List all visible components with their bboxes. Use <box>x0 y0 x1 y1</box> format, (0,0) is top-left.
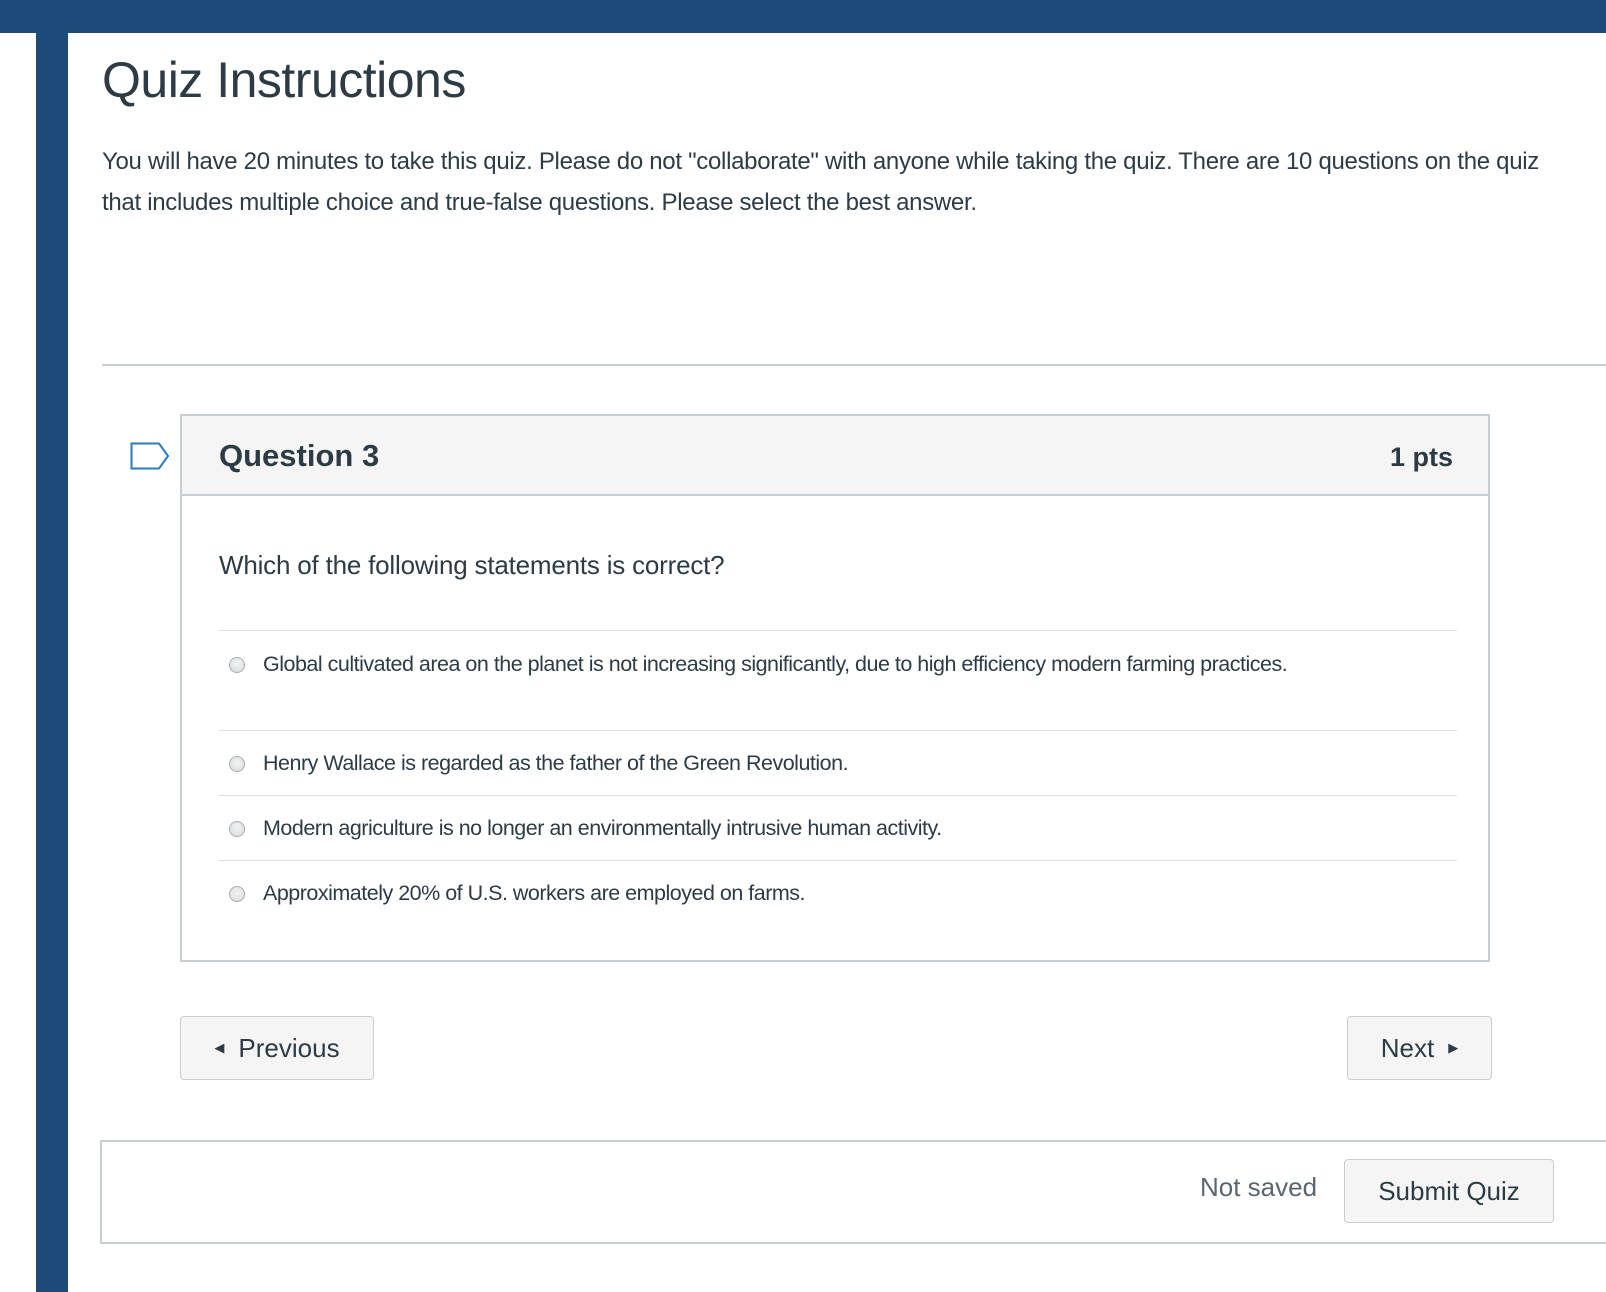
question-card: Question 3 1 pts Which of the following … <box>180 414 1490 962</box>
answer-label[interactable]: Approximately 20% of U.S. workers are em… <box>263 876 1423 910</box>
next-label: Next <box>1380 1032 1435 1063</box>
submit-quiz-button[interactable]: Submit Quiz <box>1344 1159 1554 1223</box>
answer-option[interactable]: Approximately 20% of U.S. workers are em… <box>219 860 1457 925</box>
top-frame-bar <box>0 0 1606 33</box>
radio-button-icon[interactable] <box>229 821 245 837</box>
quiz-instructions: You will have 20 minutes to take this qu… <box>102 148 1539 216</box>
radio-button-icon[interactable] <box>229 756 245 772</box>
radio-button-icon[interactable] <box>229 886 245 902</box>
quiz-footer-bar: Not saved Submit Quiz <box>100 1140 1606 1244</box>
radio-button-icon[interactable] <box>229 657 245 673</box>
bookmark-flag-icon[interactable] <box>130 442 170 470</box>
answer-label[interactable]: Modern agriculture is no longer an envir… <box>263 811 1423 845</box>
question-title: Question 3 <box>219 438 380 473</box>
page-title: Quiz Instructions <box>102 52 466 108</box>
answer-option[interactable]: Modern agriculture is no longer an envir… <box>219 795 1457 860</box>
previous-label: Previous <box>238 1032 340 1063</box>
question-points: 1 pts <box>1389 442 1453 472</box>
answer-label[interactable]: Henry Wallace is regarded as the father … <box>263 746 1423 780</box>
answer-option[interactable]: Global cultivated area on the planet is … <box>219 630 1457 730</box>
left-frame-bar <box>36 0 68 1292</box>
section-divider <box>102 364 1606 366</box>
save-status: Not saved <box>1200 1172 1318 1202</box>
previous-button[interactable]: ◀ Previous <box>180 1016 374 1080</box>
next-button[interactable]: Next ▶ <box>1347 1016 1492 1080</box>
question-text: Which of the following statements is cor… <box>219 550 725 580</box>
answer-option[interactable]: Henry Wallace is regarded as the father … <box>219 730 1457 795</box>
answer-label[interactable]: Global cultivated area on the planet is … <box>263 647 1423 681</box>
caret-left-icon: ◀ <box>214 1040 225 1055</box>
quiz-content: Quiz Instructions You will have 20 minut… <box>68 33 1606 1292</box>
caret-right-icon: ▶ <box>1448 1040 1459 1055</box>
answer-list: Global cultivated area on the planet is … <box>219 630 1457 925</box>
question-header: Question 3 1 pts <box>182 416 1488 496</box>
